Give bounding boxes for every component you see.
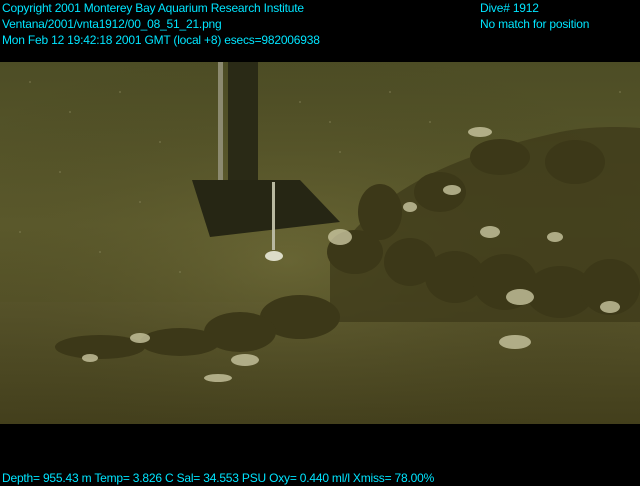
telemetry-footer: Depth= 955.43 m Temp= 3.826 C Sal= 34.55… — [2, 471, 435, 485]
file-path-text: Ventana/2001/vnta1912/00_08_51_21.png — [2, 17, 222, 31]
underwater-scene — [0, 62, 640, 424]
header-left: Copyright 2001 Monterey Bay Aquarium Res… — [2, 0, 320, 48]
timestamp-text: Mon Feb 12 19:42:18 2001 GMT (local +8) … — [2, 33, 320, 47]
seafloor-photo — [0, 62, 640, 424]
position-status-text: No match for position — [480, 17, 590, 31]
dive-number-text: Dive# 1912 — [480, 1, 539, 15]
header-right: Dive# 1912 No match for position — [480, 0, 589, 32]
sensor-float — [265, 251, 283, 261]
copyright-text: Copyright 2001 Monterey Bay Aquarium Res… — [2, 1, 304, 15]
